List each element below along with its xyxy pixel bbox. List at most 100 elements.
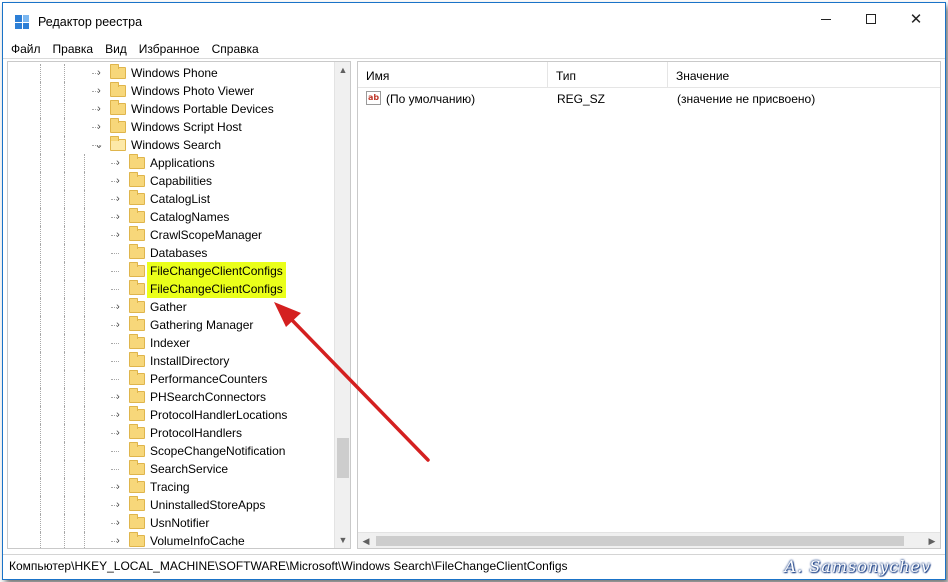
registry-values-pane[interactable]: Имя Тип Значение ab (По умолчанию) REG_S… [357,61,941,549]
expand-chevron-icon[interactable]: › [94,118,104,136]
maximize-button[interactable] [848,3,894,35]
expand-chevron-icon[interactable]: › [94,64,104,82]
scroll-right-arrow-icon[interactable]: ▶ [924,533,940,548]
tree-scroll-thumb[interactable] [337,438,349,478]
tree-item-label: Windows Photo Viewer [131,84,255,98]
tree-guide-line [84,334,85,352]
tree-item[interactable]: Databases [8,244,334,262]
tree-guide-line [84,190,85,208]
tree-item[interactable]: InstallDirectory [8,352,334,370]
menu-help[interactable]: Справка [206,39,265,59]
expand-chevron-icon[interactable]: › [113,298,123,316]
tree-guide-line [64,388,65,406]
expand-chevron-icon[interactable]: › [113,190,123,208]
tree-item[interactable]: FileChangeClientConfigs [8,262,334,280]
folder-icon [129,460,145,475]
tree-item[interactable]: PerformanceCounters [8,370,334,388]
tree-guide-line [84,370,85,388]
expand-chevron-icon[interactable]: › [113,154,123,172]
scroll-left-arrow-icon[interactable]: ◀ [358,533,374,548]
expand-chevron-icon[interactable]: › [94,100,104,118]
values-horizontal-scrollbar[interactable]: ◀ ▶ [358,532,940,548]
tree-item[interactable]: › Applications [8,154,334,172]
tree-guide-line [40,496,41,514]
tree-item-label: Windows Search [131,138,222,152]
values-scroll-thumb[interactable] [376,536,904,546]
tree-item-label: VolumeInfoCache [150,534,245,548]
menu-favorites[interactable]: Избранное [133,39,206,59]
tree-guide-line [64,280,65,298]
tree-item[interactable]: › Gathering Manager [8,316,334,334]
tree-guide-line [40,406,41,424]
close-icon: ✕ [909,11,923,28]
tree-item-label: CatalogNames [150,210,230,224]
expand-chevron-icon[interactable]: › [113,406,123,424]
tree-item[interactable]: › UsnNotifier [8,514,334,532]
expand-chevron-icon[interactable]: › [113,316,123,334]
expand-chevron-icon[interactable]: › [113,388,123,406]
folder-icon [129,226,145,241]
tree-guide-line [40,388,41,406]
tree-item[interactable]: › Tracing [8,478,334,496]
tree-item[interactable]: › CatalogNames [8,208,334,226]
tree-item[interactable]: › Windows Script Host [8,118,334,136]
tree-item[interactable]: › UninstalledStoreApps [8,496,334,514]
close-button[interactable]: ✕ [893,3,939,35]
tree-item-label: ScopeChangeNotification [150,444,286,458]
expand-chevron-icon[interactable]: › [113,514,123,532]
registry-tree-pane[interactable]: › VolumeInfoCache › UsnNotifier › Uninstalled… [7,61,351,549]
tree-item[interactable]: › Gather [8,298,334,316]
tree-item[interactable]: › Windows Portable Devices [8,100,334,118]
menu-edit[interactable]: Правка [47,39,100,59]
scroll-down-arrow-icon[interactable]: ▼ [335,532,350,548]
tree-item[interactable]: ⌄ Windows Search [8,136,334,154]
tree-item[interactable]: FileChangeClientConfigs [8,280,334,298]
column-header-data[interactable]: Значение [668,62,940,88]
minimize-button[interactable] [803,3,849,35]
tree-item[interactable]: › ProtocolHandlers [8,424,334,442]
tree-vertical-scrollbar[interactable]: ▲ ▼ [334,62,350,548]
tree-connector [111,361,119,362]
expand-chevron-icon[interactable]: › [113,424,123,442]
column-header-type[interactable]: Тип [548,62,668,88]
expand-chevron-icon[interactable]: › [113,172,123,190]
tree-item[interactable]: SearchService [8,460,334,478]
tree-item[interactable]: › Windows Phone [8,64,334,82]
folder-icon [110,64,126,79]
expand-chevron-icon[interactable]: › [113,496,123,514]
scroll-up-arrow-icon[interactable]: ▲ [335,62,350,78]
tree-guide-line [64,442,65,460]
tree-guide-line [84,424,85,442]
folder-icon [129,514,145,529]
tree-item[interactable]: › ProtocolHandlerLocations [8,406,334,424]
tree-connector [111,253,119,254]
tree-item[interactable]: › Capabilities [8,172,334,190]
tree-item[interactable]: ScopeChangeNotification [8,442,334,460]
menu-view[interactable]: Вид [99,39,133,59]
value-data: (значение не присвоено) [677,92,816,106]
collapse-chevron-icon[interactable]: ⌄ [94,136,104,154]
tree-connector [111,271,119,272]
expand-chevron-icon[interactable]: › [113,208,123,226]
tree-guide-line [64,334,65,352]
tree-item-label: Gathering Manager [150,318,254,332]
value-row[interactable]: ab (По умолчанию) REG_SZ (значение не пр… [358,90,940,108]
tree-item[interactable]: › Windows Photo Viewer [8,82,334,100]
tree-item-label: ProtocolHandlerLocations [150,408,288,422]
tree-guide-line [84,388,85,406]
tree-guide-line [84,154,85,172]
tree-guide-line [64,298,65,316]
tree-item[interactable]: › CatalogList [8,190,334,208]
expand-chevron-icon[interactable]: › [94,82,104,100]
expand-chevron-icon[interactable]: › [113,478,123,496]
menu-file[interactable]: Файл [5,39,47,59]
expand-chevron-icon[interactable]: › [113,532,123,548]
maximize-icon [866,14,876,24]
tree-item[interactable]: › VolumeInfoCache [8,532,334,548]
tree-item[interactable]: Indexer [8,334,334,352]
tree-item[interactable]: › CrawlScopeManager [8,226,334,244]
expand-chevron-icon[interactable]: › [113,226,123,244]
column-header-name[interactable]: Имя [358,62,548,88]
tree-item[interactable]: › PHSearchConnectors [8,388,334,406]
tree-guide-line [64,244,65,262]
